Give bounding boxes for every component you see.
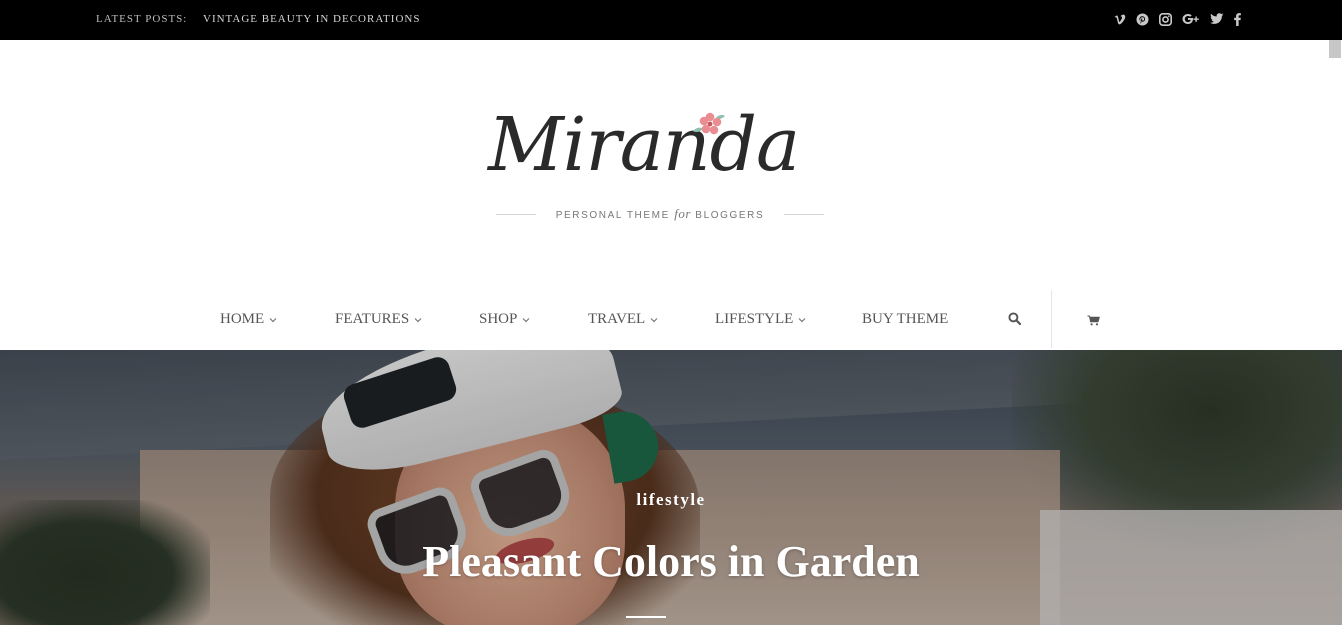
- cart-icon[interactable]: [1087, 313, 1100, 331]
- chevron-down-icon: [269, 317, 277, 322]
- latest-posts-label: LATEST POSTS:: [96, 13, 188, 25]
- latest-post-link[interactable]: VINTAGE BEAUTY IN DECORATIONS: [203, 13, 420, 25]
- scrollbar-thumb[interactable]: [1328, 40, 1342, 58]
- nav-item-label: LIFESTYLE: [715, 311, 794, 327]
- tagline-text: PERSONAL THEME for BLOGGERS: [496, 206, 824, 222]
- chevron-down-icon: [522, 317, 530, 322]
- tagline-rule-right: [784, 214, 824, 215]
- site-tagline: PERSONAL THEME for BLOGGERS: [496, 206, 824, 222]
- hero-title-divider: [626, 616, 666, 618]
- nav-item-label: SHOP: [479, 311, 518, 327]
- flower-icon: [693, 112, 725, 135]
- hero-category-link[interactable]: lifestyle: [0, 490, 1342, 510]
- twitter-icon[interactable]: [1209, 10, 1224, 28]
- main-nav: HOME FEATURES SHOP TRAVEL LIFESTYLE BUY …: [0, 290, 1342, 350]
- logo-text: Miranda: [488, 102, 800, 188]
- nav-item-home[interactable]: HOME: [220, 311, 277, 328]
- nav-item-lifestyle[interactable]: LIFESTYLE: [715, 311, 806, 328]
- hero-slider[interactable]: lifestyle Pleasant Colors in Garden: [0, 350, 1342, 625]
- nav-item-shop[interactable]: SHOP: [479, 311, 530, 328]
- site-logo[interactable]: Miranda: [480, 100, 860, 200]
- social-links: [1112, 10, 1242, 28]
- google-plus-icon[interactable]: [1181, 10, 1201, 28]
- nav-item-label: BUY THEME: [862, 311, 949, 327]
- instagram-icon[interactable]: [1158, 10, 1173, 28]
- tagline-after: BLOGGERS: [695, 210, 765, 221]
- facebook-icon[interactable]: [1232, 10, 1242, 28]
- search-icon[interactable]: [1008, 312, 1022, 330]
- nav-divider: [1051, 290, 1052, 348]
- hero-post-title[interactable]: Pleasant Colors in Garden: [0, 536, 1342, 587]
- nav-item-travel[interactable]: TRAVEL: [588, 311, 658, 328]
- nav-item-features[interactable]: FEATURES: [335, 311, 422, 328]
- pinterest-icon[interactable]: [1135, 10, 1150, 28]
- chevron-down-icon: [650, 317, 658, 322]
- tagline-for: for: [674, 206, 691, 221]
- vimeo-icon[interactable]: [1112, 10, 1127, 28]
- chevron-down-icon: [798, 317, 806, 322]
- nav-item-label: HOME: [220, 311, 265, 327]
- nav-item-buy-theme[interactable]: BUY THEME: [862, 311, 948, 328]
- nav-item-label: FEATURES: [335, 311, 410, 327]
- chevron-down-icon: [414, 317, 422, 322]
- tagline-before: PERSONAL THEME: [555, 210, 670, 221]
- nav-item-label: TRAVEL: [588, 311, 646, 327]
- top-bar: LATEST POSTS: VINTAGE BEAUTY IN DECORATI…: [0, 0, 1342, 40]
